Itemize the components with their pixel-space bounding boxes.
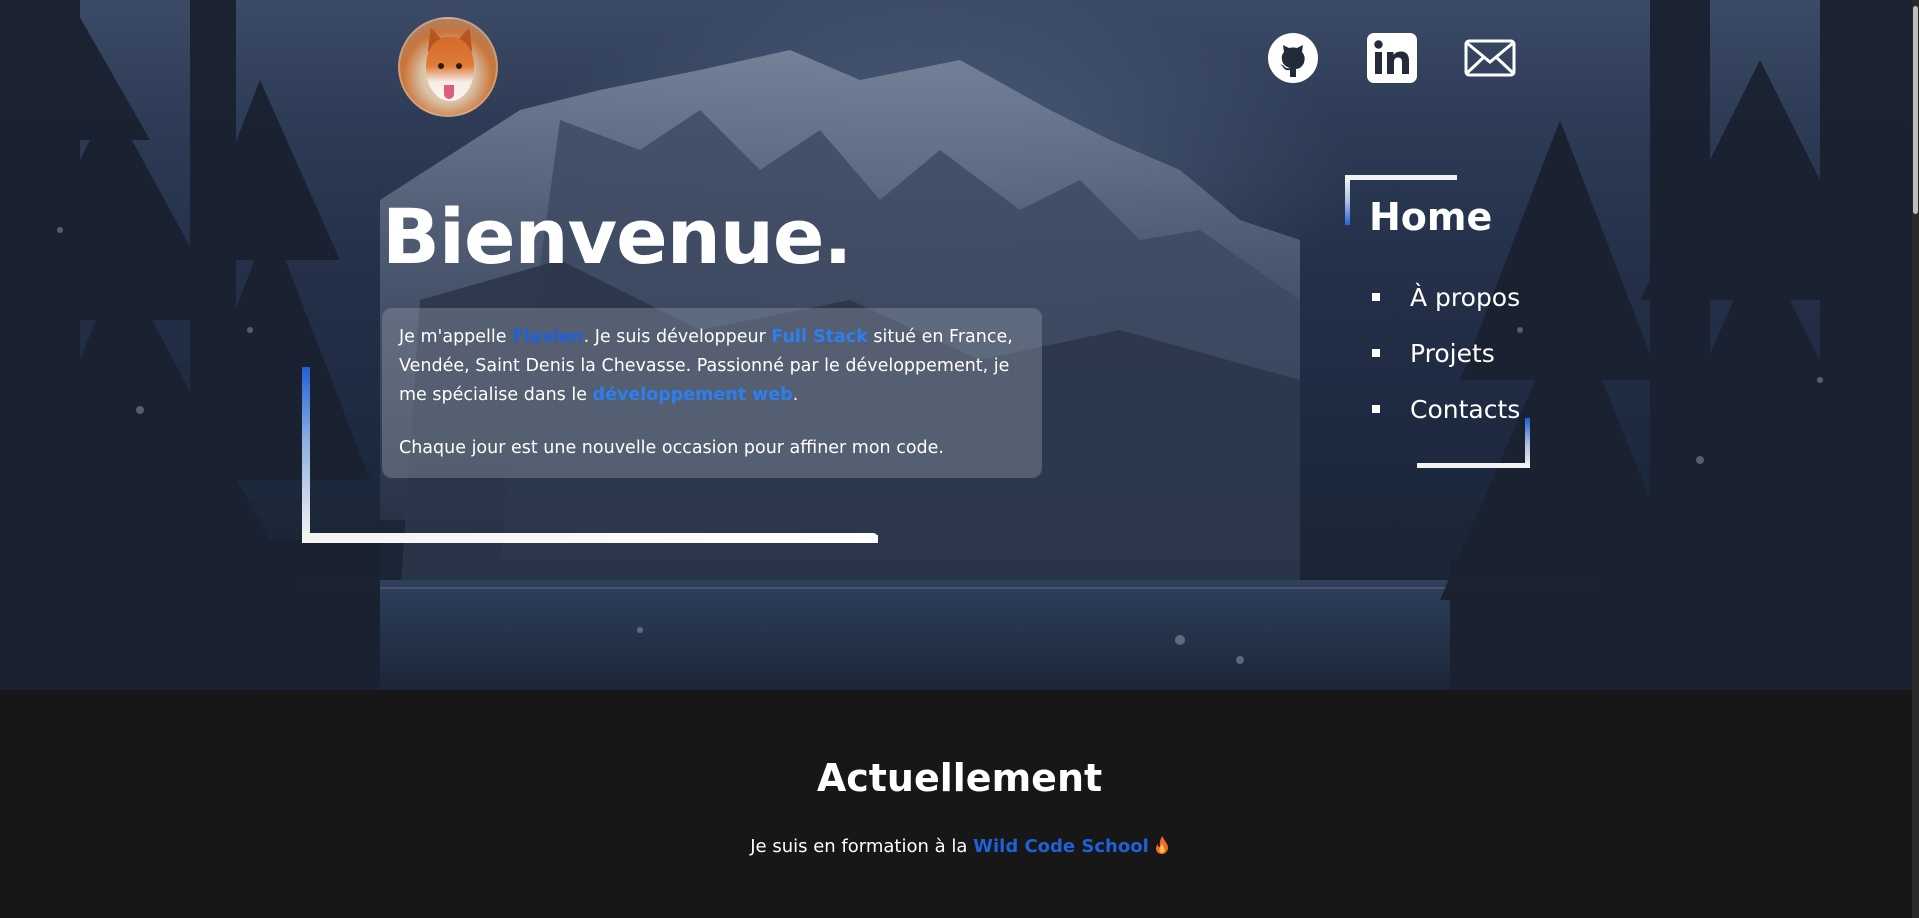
role-highlight: Full Stack <box>771 327 868 347</box>
nav-item-label: Projets <box>1410 338 1495 368</box>
intro-text: . Je suis développeur <box>583 327 772 347</box>
nav-home[interactable]: Home <box>1369 195 1520 239</box>
decorative-bracket-bottom <box>302 533 878 543</box>
page-title: Bienvenue. <box>382 192 852 281</box>
intro-paragraph: Je m'appelle Flavien. Je suis développeu… <box>399 323 1025 410</box>
bullet-icon <box>1372 293 1380 301</box>
nav-list: À propos Projets Contacts <box>1369 269 1520 437</box>
section-text: Je suis en formation à la Wild Code Scho… <box>0 836 1919 857</box>
section-title: Actuellement <box>816 756 1103 800</box>
github-icon[interactable] <box>1267 32 1319 84</box>
specialty-highlight: développement web <box>592 385 793 405</box>
intro-text: . <box>792 385 799 405</box>
fire-icon <box>1155 836 1168 854</box>
nav-item-label: À propos <box>1410 282 1521 312</box>
nav-item-contacts[interactable]: Contacts <box>1369 381 1520 437</box>
intro-paragraph-2: Chaque jour est une nouvelle occasion po… <box>399 438 944 458</box>
nav-bracket-top-line <box>1345 175 1457 180</box>
name-highlight: Flavien <box>512 327 584 347</box>
bullet-icon <box>1372 405 1380 413</box>
linkedin-icon[interactable] <box>1366 32 1418 84</box>
nav-item-label: Contacts <box>1410 394 1521 424</box>
current-section: Actuellement Je suis en formation à la W… <box>0 690 1919 918</box>
nav-item-projets[interactable]: Projets <box>1369 325 1520 381</box>
scrollbar-thumb[interactable] <box>1913 6 1918 214</box>
intro-text: Je m'appelle <box>399 327 513 347</box>
section-text-prefix: Je suis en formation à la <box>750 836 974 857</box>
scrollbar[interactable] <box>1912 0 1919 918</box>
profile-avatar <box>398 17 498 117</box>
hero-section: Bienvenue. Je m'appelle Flavien. Je suis… <box>0 0 1919 690</box>
bullet-icon <box>1372 349 1380 357</box>
mail-icon[interactable] <box>1464 32 1516 84</box>
intro-card: Je m'appelle Flavien. Je suis développeu… <box>382 308 1042 478</box>
wild-code-school-link[interactable]: Wild Code School <box>973 836 1149 857</box>
main-nav: Home À propos Projets Contacts <box>1369 195 1520 437</box>
nav-item-a-propos[interactable]: À propos <box>1369 269 1520 325</box>
